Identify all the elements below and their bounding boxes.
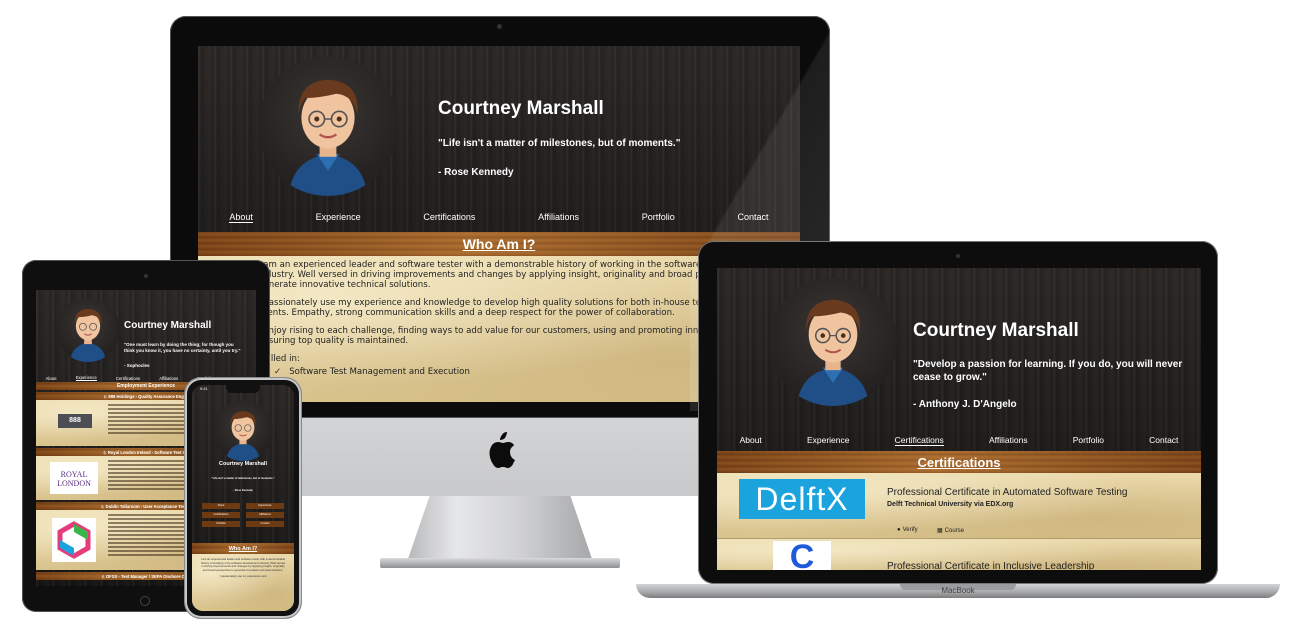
nav-contact[interactable]: Contact bbox=[246, 521, 284, 527]
camera-icon bbox=[956, 254, 960, 258]
logo-text: DelftX bbox=[755, 481, 849, 517]
logo-line: LONDON bbox=[57, 479, 91, 488]
job-logo: ROYAL LONDON bbox=[50, 462, 98, 494]
nav-about[interactable]: About bbox=[740, 435, 762, 445]
apple-logo-icon bbox=[489, 432, 515, 468]
status-time: 9:41 bbox=[200, 386, 208, 391]
avatar bbox=[56, 298, 120, 362]
logo-text: C bbox=[789, 538, 815, 570]
verify-button[interactable]: ● Verify bbox=[897, 527, 918, 533]
about-content: I am an experienced leader and software … bbox=[192, 554, 294, 611]
verify-label: Verify bbox=[902, 527, 918, 533]
avatar bbox=[769, 278, 897, 406]
header-quote: "Life isn't a matter of milestones, but … bbox=[211, 477, 275, 480]
about-paragraph: I passionately use my experience and bbox=[219, 574, 267, 579]
imac-base bbox=[380, 558, 620, 568]
section-title: Certifications bbox=[917, 454, 1001, 470]
camera-icon bbox=[497, 24, 502, 29]
hexagon-logo-icon bbox=[57, 521, 91, 559]
quote-author: - Sophocles bbox=[124, 363, 150, 368]
section-title: Who Am I? bbox=[462, 236, 536, 252]
profile-name: Courtney Marshall bbox=[913, 320, 1079, 341]
quote-author: - Rose Kennedy bbox=[438, 167, 514, 178]
nav-about[interactable]: About bbox=[202, 503, 240, 509]
nav-experience[interactable]: Experience bbox=[316, 212, 361, 222]
section-title: Who Am I? bbox=[228, 545, 258, 552]
cert-title: Professional Certificate in Automated So… bbox=[887, 487, 1128, 498]
profile-name: Courtney Marshall bbox=[438, 98, 604, 119]
main-nav: About Experience Certifications Affiliat… bbox=[717, 433, 1201, 447]
nav-about[interactable]: About bbox=[229, 212, 253, 223]
phone-notch bbox=[226, 385, 260, 393]
nav-portfolio[interactable]: Portfolio bbox=[1073, 435, 1104, 445]
main-nav: About Experience Certifications Affiliat… bbox=[198, 210, 800, 224]
phone-screen: 9:41 Courtney Marshall "Life isn't a mat… bbox=[192, 385, 294, 611]
user-check-icon: ● bbox=[897, 527, 901, 533]
header-quote: "Life isn't a matter of milestones, but … bbox=[438, 138, 681, 149]
laptop-screen: Courtney Marshall "Develop a passion for… bbox=[717, 268, 1201, 570]
nav-affiliations[interactable]: Affiliations bbox=[159, 376, 178, 381]
camera-icon bbox=[144, 274, 148, 278]
nav-experience[interactable]: Experience bbox=[246, 503, 284, 509]
profile-name: Courtney Marshall bbox=[124, 320, 212, 331]
cert-title: Professional Certificate in Inclusive Le… bbox=[887, 561, 1095, 570]
avatar bbox=[258, 56, 398, 196]
phone-device: 9:41 Courtney Marshall "Life isn't a mat… bbox=[185, 378, 301, 618]
quote-author: - Anthony J. D'Angelo bbox=[913, 399, 1017, 410]
job-logo bbox=[52, 518, 96, 562]
nav-experience[interactable]: Experience bbox=[807, 435, 850, 445]
course-button[interactable]: ▦ Course bbox=[937, 527, 965, 535]
section-header: Certifications bbox=[717, 451, 1201, 473]
nav-certifications[interactable]: Certifications bbox=[202, 512, 240, 518]
header-quote: "Develop a passion for learning. If you … bbox=[913, 359, 1183, 383]
nav-contact[interactable]: Contact bbox=[1149, 435, 1178, 445]
section-title: Employment Experience bbox=[116, 383, 176, 389]
logo-text: 888 bbox=[69, 417, 81, 424]
nav-about[interactable]: About bbox=[46, 376, 57, 381]
quote-author: - Rose Kennedy bbox=[233, 489, 253, 492]
nav-affiliations[interactable]: Affiliations bbox=[989, 435, 1028, 445]
job-logo: 888 bbox=[58, 414, 92, 428]
nav-portfolio[interactable]: Portfolio bbox=[202, 521, 240, 527]
nav-portfolio[interactable]: Portfolio bbox=[642, 212, 675, 222]
mobile-nav: About Experience Certifications Affiliat… bbox=[202, 503, 284, 527]
course-label: Course bbox=[944, 527, 965, 534]
nav-certifications[interactable]: Certifications bbox=[423, 212, 475, 222]
cert-card: C Professional Certificate in Inclusive … bbox=[717, 539, 1201, 570]
avatar bbox=[213, 401, 273, 461]
cert-logo: C bbox=[773, 538, 831, 570]
nav-certifications[interactable]: Certifications bbox=[894, 435, 944, 446]
cert-card: DelftX Professional Certificate in Autom… bbox=[717, 473, 1201, 539]
nav-affiliations[interactable]: Affiliations bbox=[538, 212, 579, 222]
check-icon: ✓ bbox=[274, 367, 282, 377]
nav-experience[interactable]: Experience bbox=[75, 375, 97, 381]
imac-stand bbox=[407, 496, 593, 560]
header-quote: "One must learn by doing the thing; for … bbox=[124, 342, 241, 353]
section-header: Who Am I? bbox=[192, 543, 294, 554]
book-icon: ▦ bbox=[937, 528, 943, 534]
cert-issuer: Delft Technical University via EDX.org bbox=[887, 501, 1014, 508]
laptop-brand: MacBook bbox=[941, 586, 975, 595]
nav-affiliations[interactable]: Affiliations bbox=[246, 512, 284, 518]
skill-label: Software Test Management and Execution bbox=[289, 367, 470, 377]
nav-contact[interactable]: Contact bbox=[738, 212, 769, 222]
about-paragraph: I am an experienced leader and software … bbox=[200, 557, 286, 572]
home-button[interactable] bbox=[140, 596, 150, 606]
nav-certifications[interactable]: Certifications bbox=[116, 376, 140, 381]
profile-name: Courtney Marshall bbox=[219, 461, 267, 467]
delftx-logo: DelftX bbox=[739, 479, 865, 519]
logo-line: ROYAL bbox=[60, 470, 88, 479]
